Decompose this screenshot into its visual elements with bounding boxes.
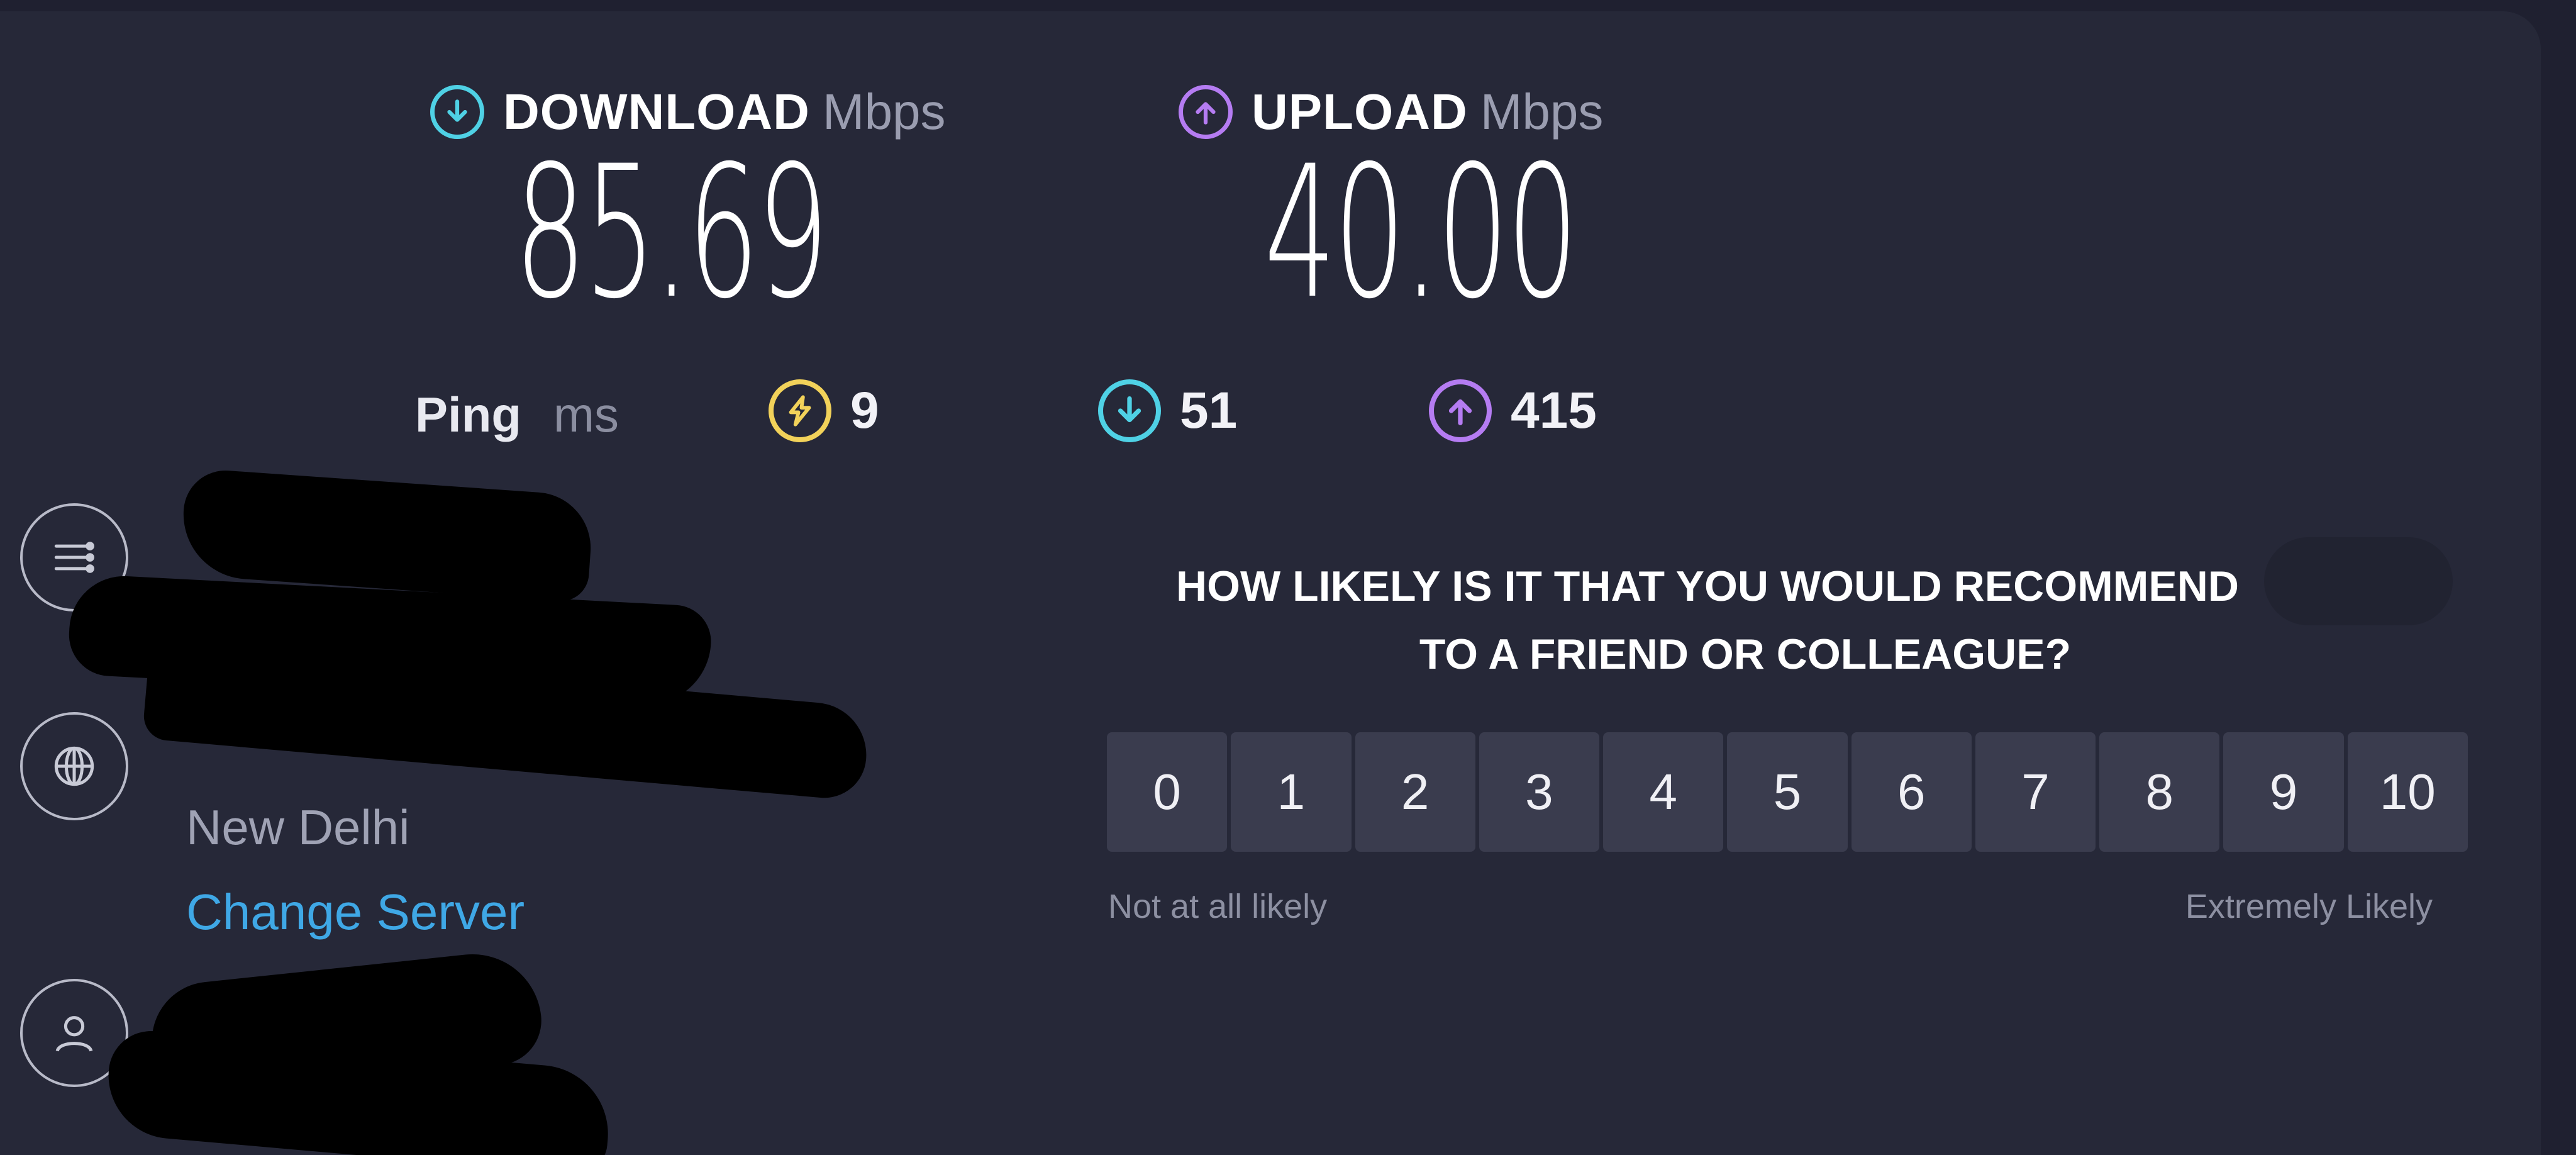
ping-upload-value: 415 [1511, 382, 1597, 439]
download-value: 85.69 [514, 127, 829, 339]
rating-button-8[interactable]: 8 [2099, 732, 2220, 852]
results-panel: DOWNLOAD Mbps 85.69 UPLOAD Mbps 40.00 Pi… [0, 11, 2541, 1155]
survey-question-line2: TO A FRIEND OR COLLEAGUE? [1419, 630, 2072, 678]
rating-button-10[interactable]: 10 [2347, 732, 2468, 852]
rating-button-0[interactable]: 0 [1107, 732, 1228, 852]
scale-low-label: Not at all likely [1108, 888, 1328, 925]
survey-question-line1: HOW LIKELY IS IT THAT YOU WOULD RECOMMEN… [1176, 562, 2239, 610]
globe-icon[interactable] [20, 712, 128, 820]
download-arrow-icon [1098, 379, 1161, 442]
rating-button-6[interactable]: 6 [1851, 732, 1972, 852]
upload-arrow-icon [1179, 85, 1233, 139]
change-server-link[interactable]: Change Server [186, 883, 525, 941]
upload-value: 40.00 [1264, 127, 1579, 339]
ping-idle-value: 9 [850, 382, 879, 439]
lightning-icon [769, 379, 831, 442]
rating-button-4[interactable]: 4 [1603, 732, 1724, 852]
ping-download: 51 [1098, 376, 1237, 445]
server-location: New Delhi [186, 800, 410, 855]
upload-arrow-icon [1429, 379, 1492, 442]
ping-unit: ms [553, 387, 619, 442]
rating-button-5[interactable]: 5 [1727, 732, 1848, 852]
scale-high-label: Extremely Likely [2185, 888, 2433, 925]
rating-scale: 0 1 2 3 4 5 6 7 8 9 10 [1107, 732, 2468, 852]
rating-button-7[interactable]: 7 [1975, 732, 2096, 852]
survey-dismiss-button[interactable] [2264, 537, 2453, 625]
ping-download-value: 51 [1180, 382, 1238, 439]
ping-idle: 9 [769, 376, 879, 445]
rating-button-1[interactable]: 1 [1231, 732, 1352, 852]
speedtest-page: DOWNLOAD Mbps 85.69 UPLOAD Mbps 40.00 Pi… [0, 0, 2576, 1155]
rating-button-9[interactable]: 9 [2223, 732, 2344, 852]
ping-upload: 415 [1429, 376, 1597, 445]
rating-button-2[interactable]: 2 [1355, 732, 1475, 852]
download-unit: Mbps [822, 84, 946, 140]
rating-button-3[interactable]: 3 [1479, 732, 1600, 852]
survey-question: HOW LIKELY IS IT THAT YOU WOULD RECOMMEN… [1126, 552, 2289, 688]
download-arrow-icon [430, 85, 484, 139]
ping-label: Ping [415, 387, 521, 442]
